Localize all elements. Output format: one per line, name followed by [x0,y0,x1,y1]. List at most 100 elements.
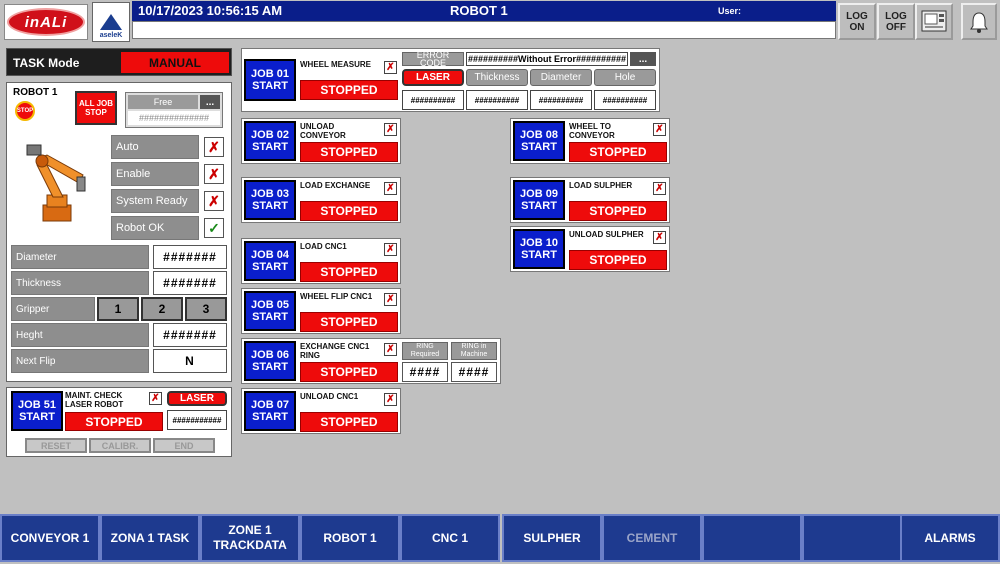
stop-icon: STOP [15,101,35,121]
job-04-panel: JOB 04 START LOAD CNC1 ✗ STOPPED [241,238,401,284]
title-bar: 10/17/2023 10:56:15 AM ROBOT 1 User: [132,1,836,21]
job-02-start-button[interactable]: JOB 02 START [244,121,296,161]
job-51-start-button[interactable]: JOB 51 START [11,391,63,431]
job-number: JOB 04 [251,249,289,261]
user-label: User: [718,6,742,16]
free-dots-button[interactable]: ... [200,95,220,109]
job-06-status: STOPPED [300,362,398,382]
screen-button[interactable] [915,3,953,40]
job-03-title: LOAD EXCHANGE [300,181,371,190]
close-icon[interactable]: ✗ [653,182,666,195]
bottom-nav: CONVEYOR 1 ZONA 1 TASK ZONE 1 TRACKDATA … [0,514,1000,564]
robot-arm-icon [26,144,86,222]
status-system-ready: System Ready [111,189,199,213]
gripper-3-button[interactable]: 3 [185,297,227,321]
close-icon[interactable]: ✗ [149,392,162,405]
job-02-panel: JOB 02 START UNLOAD CONVEYOR ✗ STOPPED [241,118,401,164]
job-09-start-button[interactable]: JOB 09 START [513,180,565,220]
all-job-stop-button[interactable]: ALL JOB STOP [75,91,117,125]
thickness-tab[interactable]: Thickness [466,69,528,86]
job-06-start-button[interactable]: JOB 06 START [244,341,296,381]
nav-conveyor-1[interactable]: CONVEYOR 1 [0,514,100,562]
close-icon[interactable]: ✗ [384,343,397,356]
thickness-value: ########## [466,90,528,110]
triangle-icon [100,14,122,30]
job-number: JOB 02 [251,129,289,141]
height-label: Heght [11,323,149,347]
maint-title: MAINT. CHECK LASER ROBOT [65,391,124,409]
job-start: START [252,361,288,373]
gripper-1-button[interactable]: 1 [97,297,139,321]
maint-panel: JOB 51 START MAINT. CHECK LASER ROBOT ✗ … [6,387,232,457]
gripper-2-button[interactable]: 2 [141,297,183,321]
calibrate-button[interactable]: CALIBR. [89,438,151,453]
datetime: 10/17/2023 10:56:15 AM [138,3,283,18]
job-01-start-button[interactable]: JOB 01 START [244,59,296,101]
job-start: START [252,261,288,273]
diameter-tab[interactable]: Diameter [530,69,592,86]
nav-sulpher[interactable]: SULPHER [502,514,602,562]
job-start: START [252,411,288,423]
job-06-title: EXCHANGE CNC1 RING [300,342,370,360]
nav-robot-1[interactable]: ROBOT 1 [300,514,400,562]
job-number: JOB 08 [520,129,558,141]
reset-button[interactable]: RESET [25,438,87,453]
task-mode-label: TASK Mode [13,56,80,70]
next-flip-value: N [153,349,227,373]
hole-tab[interactable]: Hole [594,69,656,86]
job-number: JOB 01 [251,68,289,80]
job-04-status: STOPPED [300,262,398,282]
nav-cnc-1[interactable]: CNC 1 [400,514,500,562]
close-icon[interactable]: ✗ [384,182,397,195]
close-icon[interactable]: ✗ [653,231,666,244]
close-icon[interactable]: ✗ [384,123,397,136]
task-mode-panel: TASK Mode MANUAL [6,48,232,76]
close-icon[interactable]: ✗ [384,243,397,256]
ring-required-value: #### [402,362,448,382]
gripper-label: Gripper [11,297,95,321]
error-code-dots-button[interactable]: ... [630,52,656,66]
close-icon[interactable]: ✗ [384,293,397,306]
close-icon[interactable]: ✗ [653,123,666,136]
job-08-title: WHEEL TO CONVEYOR [569,122,615,140]
alarm-bell-button[interactable] [961,3,997,40]
job-03-panel: JOB 03 START LOAD EXCHANGE ✗ STOPPED [241,177,401,223]
job-start: START [521,200,557,212]
job-number: JOB 03 [251,188,289,200]
job-start: START [521,141,557,153]
nav-empty-2[interactable] [802,514,902,562]
logo-oval: inALi [7,8,85,36]
free-box: Free ... ############## [125,92,223,128]
hole-value: ########## [594,90,656,110]
job-number: JOB 09 [520,188,558,200]
task-mode-value[interactable]: MANUAL [121,52,229,73]
job-05-start-button[interactable]: JOB 05 START [244,291,296,331]
log-off-button[interactable]: LOG OFF [877,3,915,40]
job-03-start-button[interactable]: JOB 03 START [244,180,296,220]
end-button[interactable]: END [153,438,215,453]
nav-zone-1-trackdata[interactable]: ZONE 1 TRACKDATA [200,514,300,562]
job-10-start-button[interactable]: JOB 10 START [513,229,565,269]
job-03-status: STOPPED [300,201,398,221]
close-icon[interactable]: ✗ [384,61,397,74]
job-09-status: STOPPED [569,201,667,221]
free-value: ############## [128,111,220,125]
nav-zona-1-task[interactable]: ZONA 1 TASK [100,514,200,562]
partner-logo: aseleK [92,2,130,42]
job-04-start-button[interactable]: JOB 04 START [244,241,296,281]
maint-laser-button[interactable]: LASER [167,391,227,406]
nav-alarms[interactable]: ALARMS [900,514,1000,562]
job-04-title: LOAD CNC1 [300,242,347,251]
job-07-start-button[interactable]: JOB 07 START [244,391,296,431]
job-start: START [252,311,288,323]
nav-cement[interactable]: CEMENT [602,514,702,562]
thickness-value: ####### [153,271,227,295]
status-robot-ok: Robot OK [111,216,199,240]
close-icon[interactable]: ✗ [384,393,397,406]
job-01-panel: JOB 01 START WHEEL MEASURE ✗ STOPPED ERR… [241,48,660,112]
wheel-laser-button[interactable]: LASER [402,69,464,86]
job-08-start-button[interactable]: JOB 08 START [513,121,565,161]
log-on-button[interactable]: LOG ON [838,3,876,40]
nav-empty-1[interactable] [702,514,802,562]
partner-logo-text: aseleK [99,32,123,39]
